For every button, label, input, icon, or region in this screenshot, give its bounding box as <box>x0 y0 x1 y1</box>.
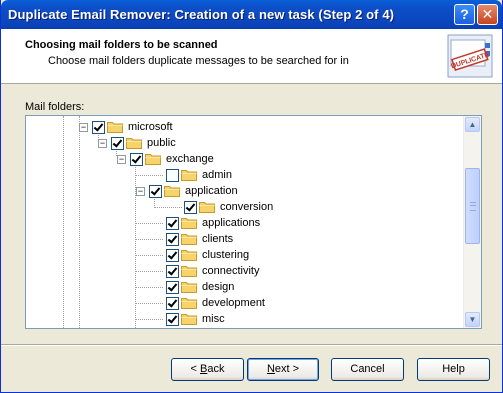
collapse-icon[interactable]: − <box>98 138 107 148</box>
dialog-window: Duplicate Email Remover: Creation of a n… <box>0 0 503 393</box>
folder-checkbox[interactable] <box>166 168 179 182</box>
tree-guide-line <box>135 175 163 176</box>
tree-item-label: conversion <box>220 201 274 213</box>
title-bar[interactable]: Duplicate Email Remover: Creation of a n… <box>1 0 502 29</box>
window-title: Duplicate Email Remover: Creation of a n… <box>8 7 395 22</box>
tree-item-conversion[interactable]: conversion <box>184 199 273 215</box>
folder-checkbox[interactable] <box>166 280 179 294</box>
collapse-icon[interactable]: − <box>136 186 145 196</box>
tree-item-label: applications <box>202 217 261 229</box>
tree-item-label: public <box>147 137 176 149</box>
tree-guide-line <box>135 223 163 224</box>
folder-icon <box>199 202 215 213</box>
folder-checkbox[interactable] <box>149 184 162 198</box>
tree-item-label: design <box>202 281 235 293</box>
folder-checkbox[interactable] <box>184 200 197 214</box>
scroll-thumb[interactable] <box>465 168 480 244</box>
vertical-scrollbar[interactable]: ▲ ▼ <box>463 116 481 328</box>
tree-item-application[interactable]: − application <box>136 183 238 199</box>
tree-guide-line <box>79 116 80 328</box>
tree-item-design[interactable]: design <box>166 279 234 295</box>
folder-icon <box>181 282 197 293</box>
tree-item-clients[interactable]: clients <box>166 231 233 247</box>
folder-icon <box>181 234 197 245</box>
header-subtitle: Choose mail folders duplicate messages t… <box>48 55 349 67</box>
tree-item-public[interactable]: − public <box>98 135 176 151</box>
folder-icon <box>145 154 161 165</box>
tree-item-label: exchange <box>166 153 214 165</box>
tree-guide-line <box>135 255 163 256</box>
scroll-down-icon[interactable]: ▼ <box>465 312 480 327</box>
footer-separator <box>1 344 502 346</box>
wizard-header: Choosing mail folders to be scanned Choo… <box>1 29 502 84</box>
tree-item-label: clients <box>202 233 234 245</box>
next-button[interactable]: Next > <box>247 358 319 381</box>
scroll-up-icon[interactable]: ▲ <box>465 117 480 132</box>
back-button[interactable]: < Back <box>171 358 244 381</box>
folder-icon <box>181 170 197 181</box>
folder-checkbox[interactable] <box>130 152 143 166</box>
tree-item-label: application <box>185 185 238 197</box>
tree-item-label: admin <box>202 169 232 181</box>
folder-checkbox[interactable] <box>166 232 179 246</box>
folder-icon <box>181 314 197 325</box>
tree-item-misc[interactable]: misc <box>166 311 225 327</box>
help-button[interactable]: Help <box>417 358 490 381</box>
tree-guide-line <box>154 207 182 208</box>
tree-item-label: development <box>202 297 265 309</box>
tree-guide-line <box>135 303 163 304</box>
tree-item-development[interactable]: development <box>166 295 265 311</box>
collapse-icon[interactable]: − <box>79 122 88 132</box>
tree-item-clustering[interactable]: clustering <box>166 247 249 263</box>
tree-item-label: connectivity <box>202 265 260 277</box>
mail-folder-tree[interactable]: − microsoft − public − exchange admin − applicat… <box>25 115 482 329</box>
tree-item-admin[interactable]: admin <box>166 167 232 183</box>
folder-icon <box>126 138 142 149</box>
folder-icon <box>181 250 197 261</box>
tree-item-exchange[interactable]: − exchange <box>117 151 214 167</box>
collapse-icon[interactable]: − <box>117 154 126 164</box>
folder-checkbox[interactable] <box>166 264 179 278</box>
tree-guide-line <box>135 287 163 288</box>
cancel-button[interactable]: Cancel <box>331 358 404 381</box>
folder-checkbox[interactable] <box>92 120 105 134</box>
tree-item-applications[interactable]: applications <box>166 215 260 231</box>
folder-checkbox[interactable] <box>166 216 179 230</box>
tree-guide-line <box>135 319 163 320</box>
folder-icon <box>181 298 197 309</box>
close-icon[interactable]: ✕ <box>477 4 498 25</box>
header-title: Choosing mail folders to be scanned <box>25 39 218 51</box>
tree-item-connectivity[interactable]: connectivity <box>166 263 259 279</box>
tree-item-label: misc <box>202 313 225 325</box>
help-icon[interactable]: ? <box>454 4 475 25</box>
folder-checkbox[interactable] <box>166 296 179 310</box>
mail-folders-label: Mail folders: <box>25 101 85 113</box>
tree-guide-line <box>135 239 163 240</box>
folder-checkbox[interactable] <box>111 136 124 150</box>
folder-checkbox[interactable] <box>166 248 179 262</box>
tree-item-label: clustering <box>202 249 250 261</box>
folder-icon <box>181 266 197 277</box>
folder-icon <box>107 122 123 133</box>
folder-icon <box>181 218 197 229</box>
folder-icon <box>164 186 180 197</box>
folder-checkbox[interactable] <box>166 312 179 326</box>
tree-guide-line <box>135 271 163 272</box>
tree-item-microsoft[interactable]: − microsoft <box>79 119 173 135</box>
duplicate-logo-icon: DUPLICATE <box>447 34 493 78</box>
tree-guide-line <box>63 116 64 328</box>
tree-item-label: microsoft <box>128 121 173 133</box>
